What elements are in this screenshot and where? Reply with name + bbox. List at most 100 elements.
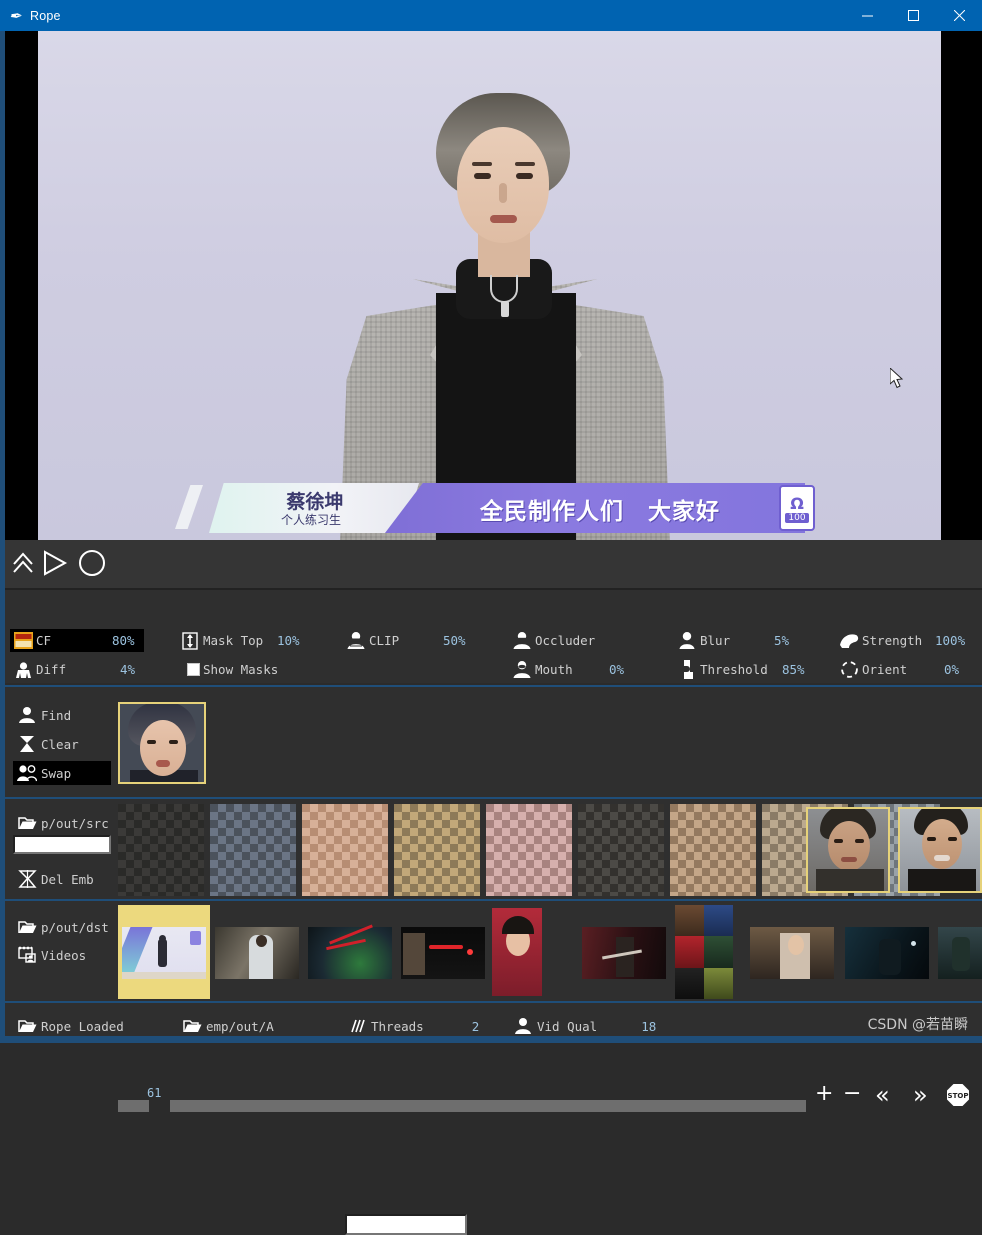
source-thumbnail[interactable] <box>394 804 480 896</box>
param-mask-top-value: 10% <box>277 633 300 648</box>
param-cf[interactable]: CF 80% <box>10 629 144 652</box>
target-thumbnail[interactable] <box>746 905 838 999</box>
window-title: Rope <box>30 8 61 23</box>
subject-necklace <box>490 275 518 303</box>
timeline-track[interactable] <box>170 1100 806 1112</box>
param-clip-label: CLIP <box>369 633 400 648</box>
param-mask-top[interactable]: Mask Top 10% <box>177 629 300 652</box>
frame-number-label: 61 <box>147 1086 162 1100</box>
param-diff[interactable]: Diff 4% <box>10 658 144 681</box>
video-preview-area[interactable]: 蔡徐坤 个人练习生 全民制作人们 大家好 Ω 100 <box>5 31 982 540</box>
target-thumbnail[interactable] <box>578 905 670 999</box>
two-people-icon <box>13 764 41 782</box>
person-icon <box>509 1017 537 1035</box>
play-button[interactable] <box>39 548 69 582</box>
param-orient[interactable]: Orient 0% <box>836 658 959 681</box>
mouse-cursor <box>889 366 906 394</box>
param-blur[interactable]: Blur 5% <box>674 629 789 652</box>
face-eye-right <box>169 740 178 744</box>
param-strength-label: Strength <box>862 633 923 648</box>
source-thumbnail[interactable] <box>670 804 756 896</box>
target-thumbnail[interactable] <box>673 905 735 999</box>
banner-subtitle-text: 个人练习生 <box>280 513 341 527</box>
load-markers-button[interactable] <box>10 548 36 582</box>
target-thumbnail[interactable] <box>841 905 933 999</box>
title-bar[interactable]: ✒ Rope <box>0 0 982 31</box>
stop-button[interactable]: STOP <box>946 1083 970 1111</box>
banner-name-text: 蔡徐坤 <box>286 491 344 513</box>
next-marker-button[interactable]: » <box>913 1081 928 1109</box>
source-thumbnail[interactable] <box>210 804 296 896</box>
video-frame[interactable]: 蔡徐坤 个人练习生 全民制作人们 大家好 Ω 100 <box>38 31 941 540</box>
target-thumbnail[interactable] <box>936 905 982 999</box>
swap-button[interactable]: Swap <box>13 761 111 785</box>
source-thumbnail-selected[interactable] <box>898 807 982 893</box>
source-search-input[interactable] <box>13 835 111 854</box>
videos-toggle-button[interactable]: Videos <box>13 943 111 967</box>
parameters-panel: CF 80% Diff 4% Mask Top 10% Show Masks C… <box>5 588 982 1235</box>
param-mouth[interactable]: Mouth 0% <box>509 658 624 681</box>
status-threads[interactable]: Threads 2 <box>343 1016 479 1036</box>
target-path-label: p/out/dst <box>41 919 109 935</box>
clear-button[interactable]: Clear <box>13 732 111 756</box>
param-orient-value: 0% <box>944 662 960 677</box>
subject-eye-right <box>516 173 533 179</box>
target-thumbnail[interactable] <box>490 905 544 999</box>
csdn-watermark: CSDN @若苗瞬 <box>867 1017 968 1033</box>
param-occluder-label: Occluder <box>535 633 596 648</box>
param-clip[interactable]: CLIP 50% <box>343 629 466 652</box>
status-output-folder[interactable]: emp/out/A <box>178 1016 274 1036</box>
source-thumbnail[interactable] <box>118 804 204 896</box>
add-marker-button[interactable]: + <box>815 1081 833 1106</box>
param-threshold[interactable]: Threshold 85% <box>674 658 805 681</box>
param-show-masks-label: Show Masks <box>203 662 279 677</box>
target-thumbnail-strip[interactable] <box>118 905 982 999</box>
selected-source-face-thumbnail[interactable] <box>118 702 206 784</box>
target-folder-button[interactable]: p/out/dst <box>13 915 111 939</box>
prev-marker-button[interactable]: « <box>875 1081 890 1109</box>
status-output-folder-label: emp/out/A <box>206 1018 274 1034</box>
maximize-button[interactable] <box>890 0 936 31</box>
remove-marker-button[interactable]: − <box>843 1081 861 1106</box>
source-thumbnail[interactable] <box>578 804 664 896</box>
param-strength[interactable]: Strength 100% <box>836 629 965 652</box>
banner-headline-text: 全民制作人们 大家好 <box>480 499 720 525</box>
face-eye-left <box>147 740 156 744</box>
close-button[interactable] <box>936 0 982 31</box>
delete-embeddings-button[interactable]: Del Emb <box>13 867 111 891</box>
source-thumbnail-strip[interactable] <box>118 804 982 896</box>
param-cf-value: 80% <box>112 633 135 648</box>
face-actions-panel: Find Clear Swap <box>5 685 982 797</box>
target-thumbnail[interactable] <box>397 905 489 999</box>
find-button[interactable]: Find <box>13 703 111 727</box>
param-occluder[interactable]: Occluder <box>509 629 595 652</box>
status-vid-qual[interactable]: Vid Qual 18 <box>509 1016 656 1036</box>
clear-x-icon <box>13 735 41 753</box>
param-show-masks[interactable]: Show Masks <box>177 658 278 681</box>
param-mask-top-label: Mask Top <box>203 633 264 648</box>
param-blur-label: Blur <box>700 633 731 648</box>
orient-icon <box>836 659 862 680</box>
subject-pendant <box>501 301 509 317</box>
source-thumbnail[interactable] <box>486 804 572 896</box>
record-button[interactable] <box>76 548 108 582</box>
status-threads-label: Threads <box>371 1018 424 1034</box>
app-feather-icon: ✒ <box>8 6 22 25</box>
source-folder-button[interactable]: p/out/src <box>13 811 111 835</box>
target-thumbnail[interactable] <box>304 905 396 999</box>
clip-text-input[interactable] <box>345 1214 467 1235</box>
show-masks-checkbox[interactable] <box>187 663 200 676</box>
open-folder-icon <box>13 919 41 935</box>
person-icon <box>13 706 41 724</box>
occluder-person-icon <box>509 630 535 651</box>
timeline-handle[interactable] <box>118 1100 149 1112</box>
minimize-button[interactable] <box>844 0 890 31</box>
source-thumbnail-selected[interactable] <box>806 807 890 893</box>
target-thumbnail[interactable] <box>211 905 303 999</box>
face-skin <box>140 720 186 776</box>
checkbox-icon[interactable] <box>177 659 203 680</box>
source-thumbnail[interactable] <box>302 804 388 896</box>
target-thumbnail-selected[interactable] <box>118 905 210 999</box>
banner-logo: Ω 100 <box>779 485 815 531</box>
lower-third-banner: 蔡徐坤 个人练习生 全民制作人们 大家好 Ω 100 <box>175 483 815 537</box>
